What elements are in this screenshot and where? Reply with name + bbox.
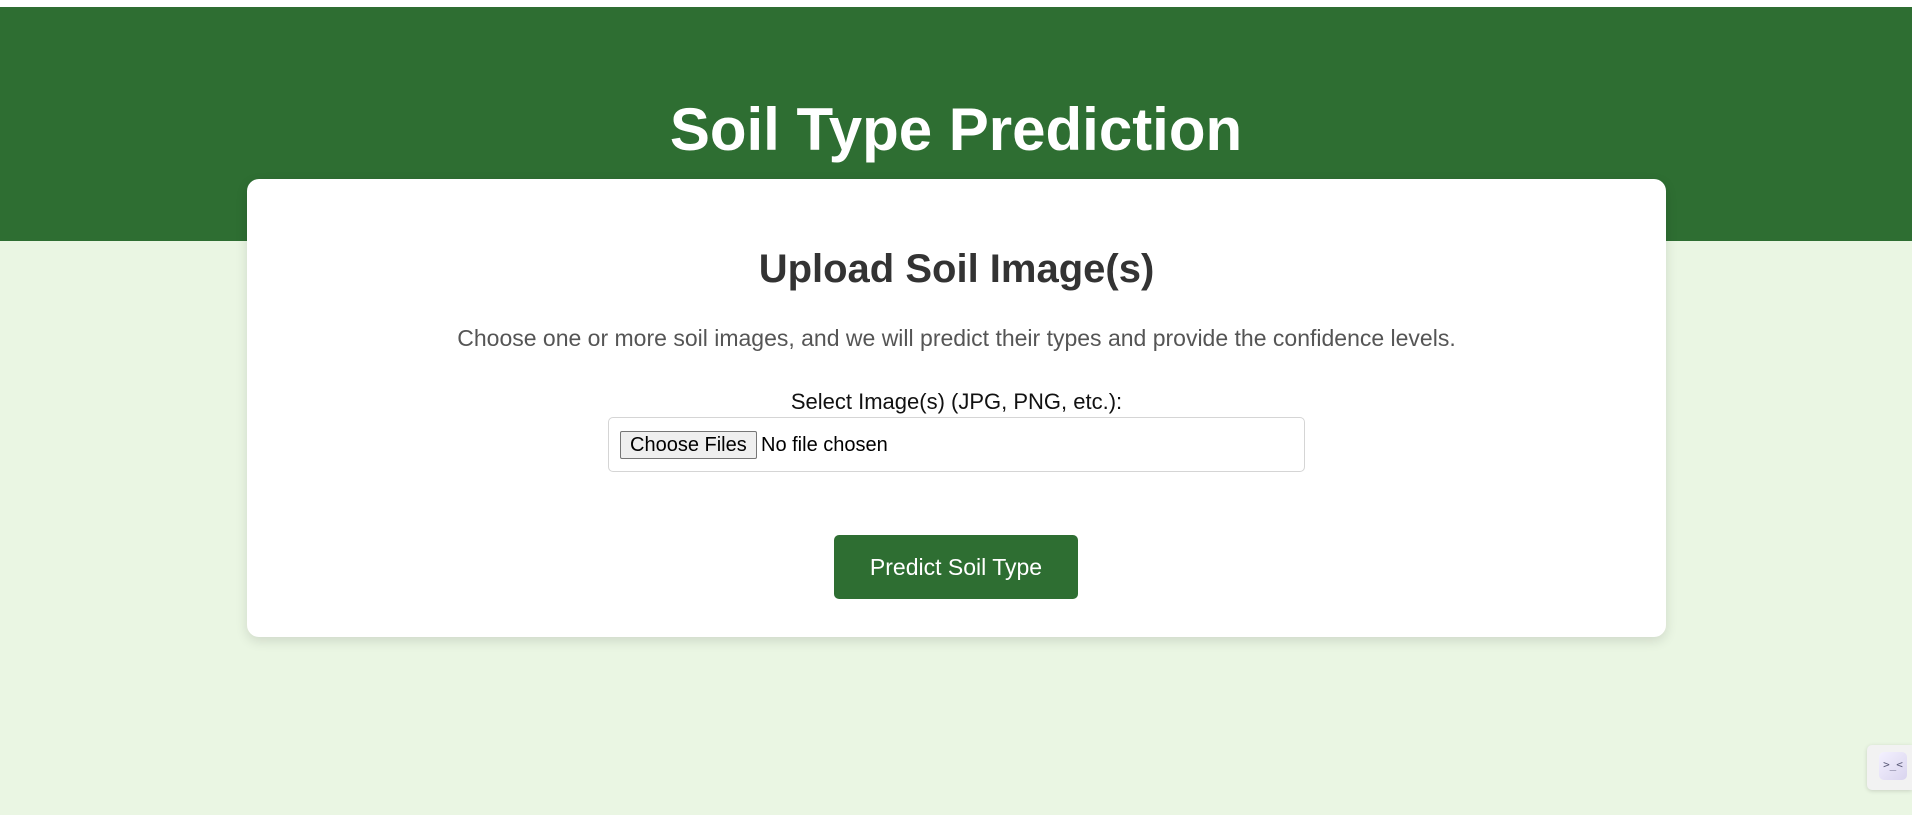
- file-input-label: Select Image(s) (JPG, PNG, etc.):: [790, 389, 1123, 414]
- page-title: Soil Type Prediction: [669, 96, 1243, 163]
- corner-widget[interactable]: >_<: [1867, 745, 1912, 790]
- upload-description: Choose one or more soil images, and we w…: [457, 325, 1456, 351]
- upload-card: Upload Soil Image(s) Choose one or more …: [247, 179, 1666, 637]
- file-status-text: No file chosen: [761, 434, 888, 456]
- choose-files-button[interactable]: Choose Files: [620, 431, 757, 459]
- predict-soil-type-button[interactable]: Predict Soil Type: [834, 535, 1078, 599]
- top-strip: [0, 0, 1912, 7]
- upload-heading: Upload Soil Image(s): [758, 247, 1155, 291]
- face-emoticon-icon[interactable]: >_<: [1879, 752, 1907, 780]
- file-input[interactable]: Choose Files No file chosen: [608, 417, 1305, 472]
